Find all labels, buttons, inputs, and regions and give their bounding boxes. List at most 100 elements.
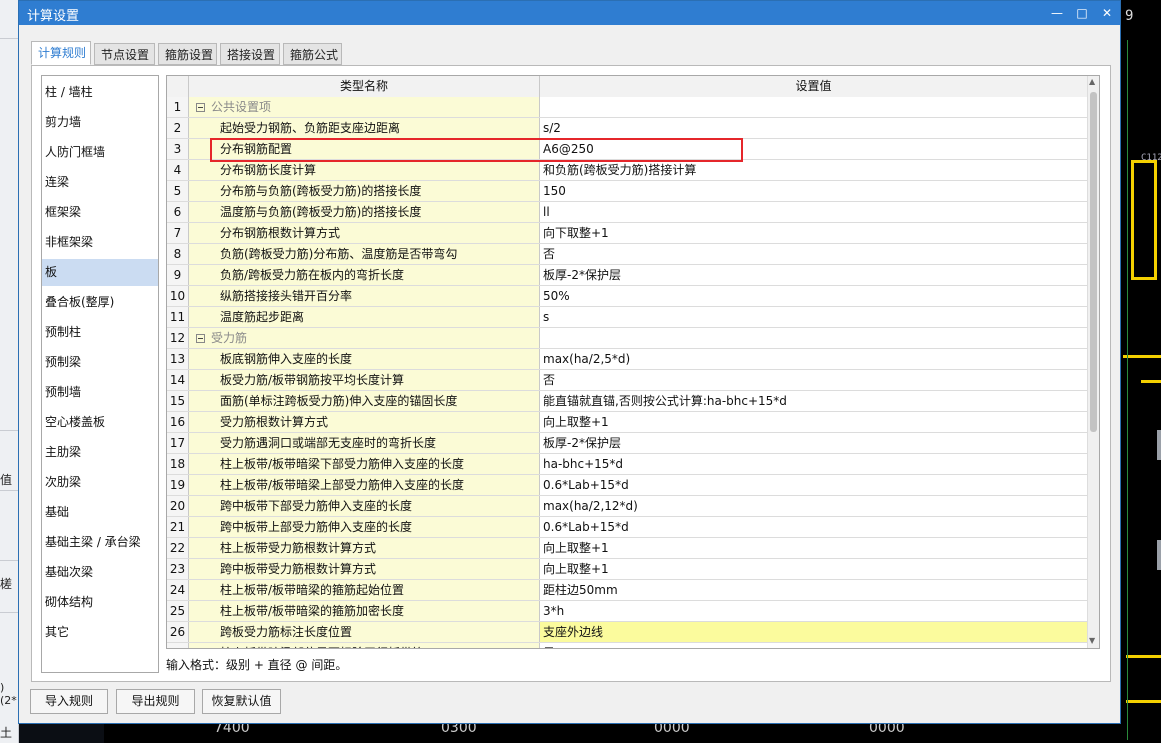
setting-value-cell[interactable]: 150 [540, 181, 1087, 201]
tab-node-settings[interactable]: 节点设置 [94, 43, 155, 65]
category-item[interactable]: 砌体结构 [42, 589, 158, 616]
table-row[interactable]: 15 面筋(单标注跨板受力筋)伸入支座的锚固长度 能直锚就直锚,否则按公式计算:ha… [167, 391, 1087, 412]
table-row[interactable]: 5 分布筋与负筋(跨板受力筋)的搭接长度 150 [167, 181, 1087, 202]
table-row[interactable]: 11 温度筋起步距离 s [167, 307, 1087, 328]
collapse-minus-icon[interactable] [196, 334, 205, 343]
setting-value-cell[interactable]: 向上取整+1 [540, 559, 1087, 579]
table-row[interactable]: 13 板底钢筋伸入支座的长度 max(ha/2,5*d) [167, 349, 1087, 370]
table-row[interactable]: 24 柱上板带/板带暗梁的箍筋起始位置 距柱边50mm [167, 580, 1087, 601]
table-row[interactable]: 7 分布钢筋根数计算方式 向下取整+1 [167, 223, 1087, 244]
scroll-up-arrow-icon[interactable]: ▲ [1089, 77, 1095, 86]
grid-group-row[interactable]: 1 公共设置项 [167, 97, 1087, 118]
input-format-hint: 输入格式：级别 + 直径 @ 间距。 [166, 658, 348, 672]
category-item[interactable]: 基础次梁 [42, 559, 158, 586]
category-item[interactable]: 非框架梁 [42, 229, 158, 256]
table-row[interactable]: 2 起始受力钢筋、负筋距支座边距离 s/2 [167, 118, 1087, 139]
table-row[interactable]: 25 柱上板带/板带暗梁的箍筋加密长度 3*h [167, 601, 1087, 622]
category-item[interactable]: 预制墙 [42, 379, 158, 406]
table-row[interactable]: 9 负筋/跨板受力筋在板内的弯折长度 板厚-2*保护层 [167, 265, 1087, 286]
restore-defaults-button[interactable]: 恢复默认值 [202, 689, 281, 714]
table-row[interactable]: 20 跨中板带下部受力筋伸入支座的长度 max(ha/2,12*d) [167, 496, 1087, 517]
table-row[interactable]: 22 柱上板带受力筋根数计算方式 向上取整+1 [167, 538, 1087, 559]
setting-value-cell[interactable]: A6@250 [540, 139, 1087, 159]
row-number: 13 [167, 349, 189, 369]
tab-stirrup-settings[interactable]: 箍筋设置 [158, 43, 217, 65]
category-item[interactable]: 预制柱 [42, 319, 158, 346]
import-rules-button[interactable]: 导入规则 [30, 689, 108, 714]
setting-value-cell[interactable]: max(ha/2,12*d) [540, 496, 1087, 516]
setting-value-cell[interactable]: 距柱边50mm [540, 580, 1087, 600]
table-row[interactable]: 18 柱上板带/板带暗梁下部受力筋伸入支座的长度 ha-bhc+15*d [167, 454, 1087, 475]
grid-header-type-name[interactable]: 类型名称 [189, 76, 540, 97]
category-item[interactable]: 框架梁 [42, 199, 158, 226]
setting-value-cell[interactable] [540, 328, 1087, 348]
setting-value-cell[interactable]: s/2 [540, 118, 1087, 138]
table-row[interactable]: 10 纵筋搭接接头错开百分率 50% [167, 286, 1087, 307]
category-item[interactable]: 主肋梁 [42, 439, 158, 466]
table-row[interactable]: 27柱上板带暗梁部位是否扣除平行板带筋是 [167, 643, 1087, 648]
setting-value-cell[interactable]: 0.6*Lab+15*d [540, 475, 1087, 495]
restore-button[interactable]: □ [1071, 3, 1093, 23]
category-item[interactable]: 连梁 [42, 169, 158, 196]
setting-value-cell[interactable]: 是 [540, 643, 1087, 648]
category-item[interactable]: 柱 / 墙柱 [42, 79, 158, 106]
category-item[interactable]: 预制梁 [42, 349, 158, 376]
setting-value-cell[interactable]: max(ha/2,5*d) [540, 349, 1087, 369]
table-row[interactable]: 6 温度筋与负筋(跨板受力筋)的搭接长度 ll [167, 202, 1087, 223]
table-row[interactable]: 16 受力筋根数计算方式 向上取整+1 [167, 412, 1087, 433]
export-rules-button[interactable]: 导出规则 [116, 689, 195, 714]
table-row[interactable]: 14 板受力筋/板带钢筋按平均长度计算否 [167, 370, 1087, 391]
row-number: 1 [167, 97, 189, 117]
category-item[interactable]: 其它 [42, 619, 158, 646]
category-item[interactable]: 板 [42, 259, 158, 286]
setting-value-cell[interactable]: 否 [540, 244, 1087, 264]
table-row[interactable]: 23 跨中板带受力筋根数计算方式 向上取整+1 [167, 559, 1087, 580]
setting-value-cell[interactable]: 支座外边线 [540, 622, 1087, 642]
table-row[interactable]: 19 柱上板带/板带暗梁上部受力筋伸入支座的长度 0.6*Lab+15*d [167, 475, 1087, 496]
setting-value-cell[interactable]: 3*h [540, 601, 1087, 621]
table-row[interactable]: 21 跨中板带上部受力筋伸入支座的长度 0.6*Lab+15*d [167, 517, 1087, 538]
tab-stirrup-formula[interactable]: 箍筋公式 [283, 43, 342, 65]
table-row[interactable]: 4 分布钢筋长度计算 和负筋(跨板受力筋)搭接计算 [167, 160, 1087, 181]
setting-value-cell[interactable]: 50% [540, 286, 1087, 306]
setting-value-cell[interactable]: 和负筋(跨板受力筋)搭接计算 [540, 160, 1087, 180]
category-item[interactable]: 叠合板(整厚) [42, 289, 158, 316]
grid-vertical-scrollbar[interactable]: ▲ ▼ [1087, 76, 1099, 648]
category-item[interactable]: 人防门框墙 [42, 139, 158, 166]
setting-value-cell[interactable] [540, 97, 1087, 117]
table-row[interactable]: 26 跨板受力筋标注长度位置 支座外边线 [167, 622, 1087, 643]
category-item[interactable]: 剪力墙 [42, 109, 158, 136]
type-name-cell: 受力筋 [189, 328, 540, 348]
category-item[interactable]: 空心楼盖板 [42, 409, 158, 436]
setting-value-cell[interactable]: 板厚-2*保护层 [540, 433, 1087, 453]
setting-value-cell[interactable]: 向上取整+1 [540, 538, 1087, 558]
grid-group-row[interactable]: 12 受力筋 [167, 328, 1087, 349]
setting-value-cell[interactable]: 向下取整+1 [540, 223, 1087, 243]
dialog-title: 计算设置 [27, 9, 80, 24]
table-row[interactable]: 17 受力筋遇洞口或端部无支座时的弯折长度 板厚-2*保护层 [167, 433, 1087, 454]
setting-value-cell[interactable]: s [540, 307, 1087, 327]
table-row[interactable]: 3 分布钢筋配置 A6@250 [167, 139, 1087, 160]
collapse-minus-icon[interactable] [196, 103, 205, 112]
category-item[interactable]: 次肋梁 [42, 469, 158, 496]
category-item[interactable]: 基础主梁 / 承台梁 [42, 529, 158, 556]
setting-value-cell[interactable]: 板厚-2*保护层 [540, 265, 1087, 285]
type-name-cell: 纵筋搭接接头错开百分率 [189, 286, 540, 306]
dialog-titlebar[interactable]: 计算设置 — □ ✕ [19, 1, 1120, 25]
tab-calc-rules[interactable]: 计算规则 [31, 41, 91, 65]
setting-value-cell[interactable]: ll [540, 202, 1087, 222]
setting-value-cell[interactable]: 否 [540, 370, 1087, 390]
close-button[interactable]: ✕ [1096, 3, 1118, 23]
scrollbar-thumb[interactable] [1090, 92, 1097, 432]
table-row[interactable]: 8 负筋(跨板受力筋)分布筋、温度筋是否带弯勾否 [167, 244, 1087, 265]
scroll-down-arrow-icon[interactable]: ▼ [1089, 636, 1095, 645]
category-item[interactable]: 基础 [42, 499, 158, 526]
tab-lap-settings[interactable]: 搭接设置 [220, 43, 280, 65]
grid-header-setting-value[interactable]: 设置值 [540, 76, 1087, 97]
setting-value-cell[interactable]: ha-bhc+15*d [540, 454, 1087, 474]
minimize-button[interactable]: — [1046, 3, 1068, 23]
setting-value-cell[interactable]: 0.6*Lab+15*d [540, 517, 1087, 537]
type-name-cell: 跨板受力筋标注长度位置 [189, 622, 540, 642]
setting-value-cell[interactable]: 能直锚就直锚,否则按公式计算:ha-bhc+15*d [540, 391, 1087, 411]
setting-value-cell[interactable]: 向上取整+1 [540, 412, 1087, 432]
